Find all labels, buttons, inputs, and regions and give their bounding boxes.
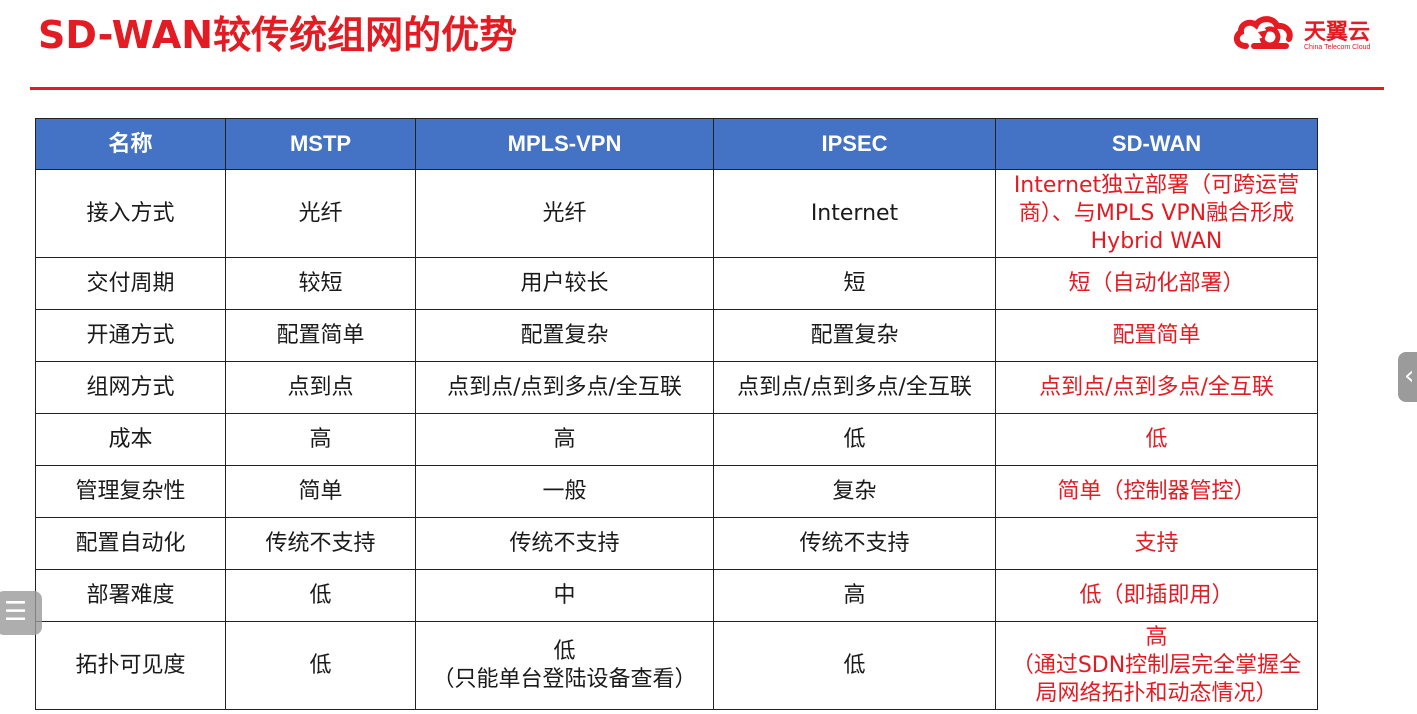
table-row: 接入方式 光纤 光纤 Internet Internet独立部署（可跨运营商）、… bbox=[35, 169, 1318, 258]
list-menu-icon: ☰ bbox=[4, 597, 28, 627]
logo-subtitle: China Telecom Cloud bbox=[1304, 44, 1371, 51]
cloud-logo-icon bbox=[1233, 16, 1293, 49]
table-row: 交付周期 较短 用户较长 短 短（自动化部署） bbox=[35, 257, 1318, 310]
table-row: 管理复杂性 简单 一般 复杂 简单（控制器管控） bbox=[35, 465, 1318, 518]
cell-sd-wan: Internet独立部署（可跨运营商）、与MPLS VPN融合形成Hybrid … bbox=[995, 169, 1318, 258]
cell-ipsec: 传统不支持 bbox=[713, 517, 996, 570]
cell-sd-wan: 低（即插即用） bbox=[995, 569, 1318, 622]
logo-name: 天翼云 bbox=[1304, 20, 1371, 45]
header-ipsec: IPSEC bbox=[713, 118, 996, 170]
cell-ipsec: 低 bbox=[713, 621, 996, 710]
table-row: 开通方式 配置简单 配置复杂 配置复杂 配置简单 bbox=[35, 309, 1318, 362]
cell-mstp: 传统不支持 bbox=[225, 517, 416, 570]
cell-mstp: 低 bbox=[225, 569, 416, 622]
row-label: 接入方式 bbox=[35, 169, 226, 258]
cell-mpls-vpn: 中 bbox=[415, 569, 714, 622]
cell-mpls-vpn: 一般 bbox=[415, 465, 714, 518]
header-mpls-vpn: MPLS-VPN bbox=[415, 118, 714, 170]
cell-ipsec: Internet bbox=[713, 169, 996, 258]
cell-ipsec: 低 bbox=[713, 413, 996, 466]
cell-mpls-vpn: 配置复杂 bbox=[415, 309, 714, 362]
cell-ipsec: 短 bbox=[713, 257, 996, 310]
header-name: 名称 bbox=[35, 118, 226, 170]
row-label: 拓扑可见度 bbox=[35, 621, 226, 710]
cell-ipsec: 高 bbox=[713, 569, 996, 622]
row-label: 交付周期 bbox=[35, 257, 226, 310]
side-panel-tab[interactable]: ‹ bbox=[1398, 352, 1417, 402]
table-row: 拓扑可见度 低 低 （只能单台登陆设备查看） 低 高 （通过SDN控制层完全掌握… bbox=[35, 621, 1318, 710]
cell-mstp: 较短 bbox=[225, 257, 416, 310]
header-mstp: MSTP bbox=[225, 118, 416, 170]
cell-mstp: 点到点 bbox=[225, 361, 416, 414]
table-row: 组网方式 点到点 点到点/点到多点/全互联 点到点/点到多点/全互联 点到点/点… bbox=[35, 361, 1318, 414]
cell-mstp: 高 bbox=[225, 413, 416, 466]
cell-mpls-vpn: 高 bbox=[415, 413, 714, 466]
cell-ipsec: 点到点/点到多点/全互联 bbox=[713, 361, 996, 414]
cell-sd-wan: 简单（控制器管控） bbox=[995, 465, 1318, 518]
cell-mstp: 低 bbox=[225, 621, 416, 710]
brand-logo: 天翼云 China Telecom Cloud bbox=[1232, 12, 1382, 56]
table-row: 部署难度 低 中 高 低（即插即用） bbox=[35, 569, 1318, 622]
cell-sd-wan: 配置简单 bbox=[995, 309, 1318, 362]
comparison-table: 名称 MSTP MPLS-VPN IPSEC SD-WAN 接入方式 光纤 光纤… bbox=[35, 118, 1318, 710]
outline-menu-button[interactable]: ☰ bbox=[0, 591, 42, 635]
chevron-left-icon: ‹ bbox=[1404, 361, 1415, 391]
cell-mpls-vpn: 低 （只能单台登陆设备查看） bbox=[415, 621, 714, 710]
cell-mpls-vpn: 光纤 bbox=[415, 169, 714, 258]
cell-ipsec: 复杂 bbox=[713, 465, 996, 518]
cell-sd-wan: 低 bbox=[995, 413, 1318, 466]
cell-ipsec: 配置复杂 bbox=[713, 309, 996, 362]
header-sd-wan: SD-WAN bbox=[995, 118, 1318, 170]
table-row: 成本 高 高 低 低 bbox=[35, 413, 1318, 466]
row-label: 组网方式 bbox=[35, 361, 226, 414]
cell-mpls-vpn: 传统不支持 bbox=[415, 517, 714, 570]
row-label: 开通方式 bbox=[35, 309, 226, 362]
title-divider bbox=[30, 87, 1384, 90]
cell-sd-wan: 点到点/点到多点/全互联 bbox=[995, 361, 1318, 414]
cell-sd-wan: 短（自动化部署） bbox=[995, 257, 1318, 310]
cell-sd-wan: 高 （通过SDN控制层完全掌握全局网络拓扑和动态情况） bbox=[995, 621, 1318, 710]
page-title: SD-WAN较传统组网的优势 bbox=[38, 13, 518, 57]
row-label: 成本 bbox=[35, 413, 226, 466]
table-header-row: 名称 MSTP MPLS-VPN IPSEC SD-WAN bbox=[35, 118, 1318, 170]
row-label: 配置自动化 bbox=[35, 517, 226, 570]
row-label: 管理复杂性 bbox=[35, 465, 226, 518]
cell-sd-wan: 支持 bbox=[995, 517, 1318, 570]
cell-mpls-vpn: 点到点/点到多点/全互联 bbox=[415, 361, 714, 414]
cell-mstp: 光纤 bbox=[225, 169, 416, 258]
table-row: 配置自动化 传统不支持 传统不支持 传统不支持 支持 bbox=[35, 517, 1318, 570]
row-label: 部署难度 bbox=[35, 569, 226, 622]
cell-mstp: 配置简单 bbox=[225, 309, 416, 362]
cell-mpls-vpn: 用户较长 bbox=[415, 257, 714, 310]
cell-mstp: 简单 bbox=[225, 465, 416, 518]
